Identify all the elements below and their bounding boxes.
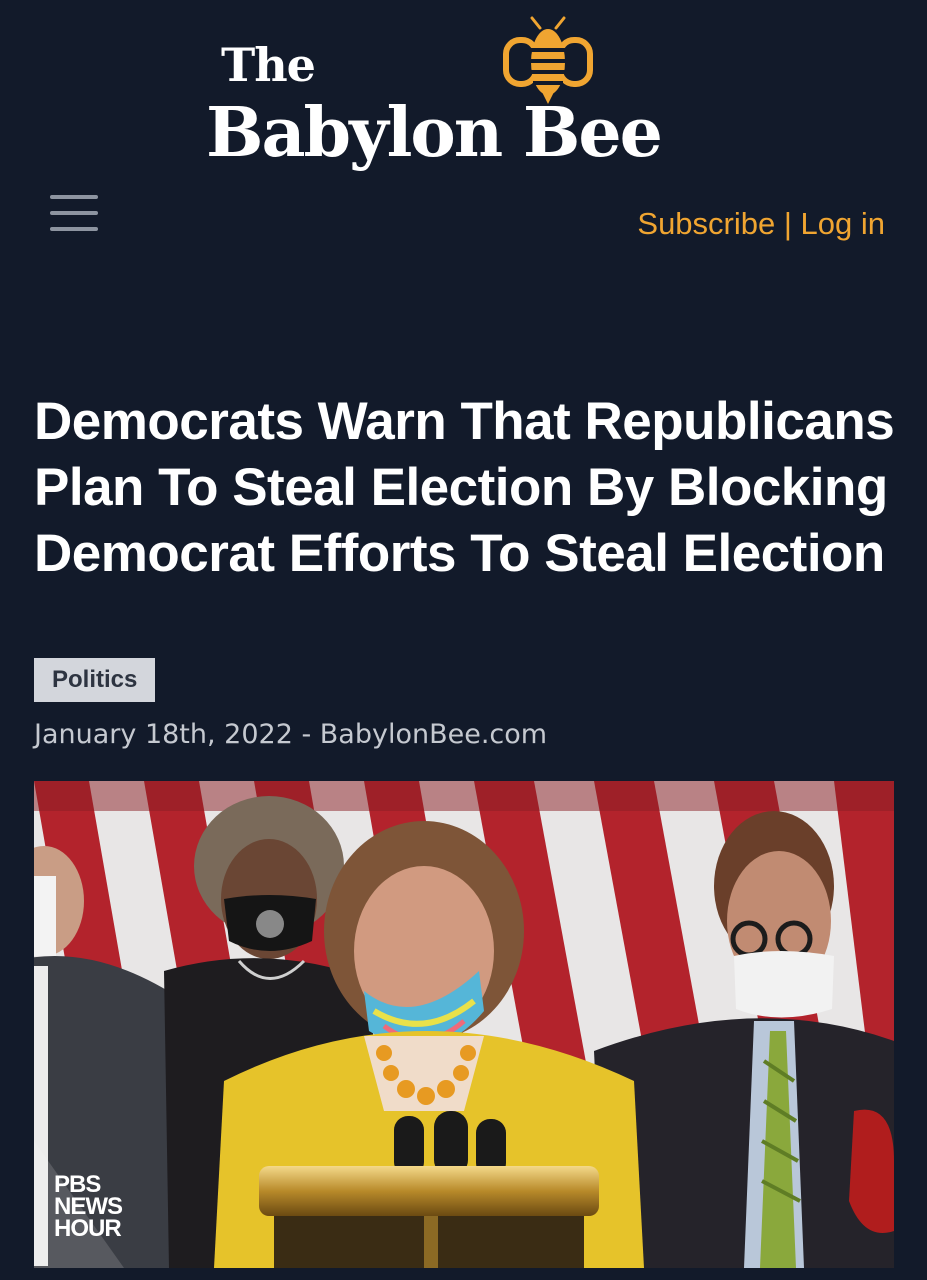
category-badge[interactable]: Politics	[34, 658, 156, 702]
logo-the-text[interactable]: The	[221, 35, 316, 95]
watermark-line-3: HOUR	[54, 1215, 122, 1242]
hamburger-menu-icon[interactable]	[50, 193, 100, 235]
site-header: The Babylon Bee Subscribe | Log in	[0, 0, 927, 280]
photo-illustration	[34, 781, 894, 1268]
subscribe-link[interactable]: Subscribe	[637, 206, 775, 241]
article-photo: PBS NEWS HOUR	[34, 781, 894, 1268]
login-link[interactable]: Log in	[801, 206, 885, 241]
account-links: Subscribe | Log in	[637, 206, 885, 242]
article-byline: January 18th, 2022 - BabylonBee.com	[34, 719, 548, 750]
link-separator: |	[775, 206, 801, 241]
pbs-newshour-watermark: PBS NEWS HOUR	[54, 1173, 123, 1242]
article-headline: Democrats Warn That Republicans Plan To …	[34, 392, 895, 583]
logo-name-text[interactable]: Babylon Bee	[206, 93, 663, 173]
